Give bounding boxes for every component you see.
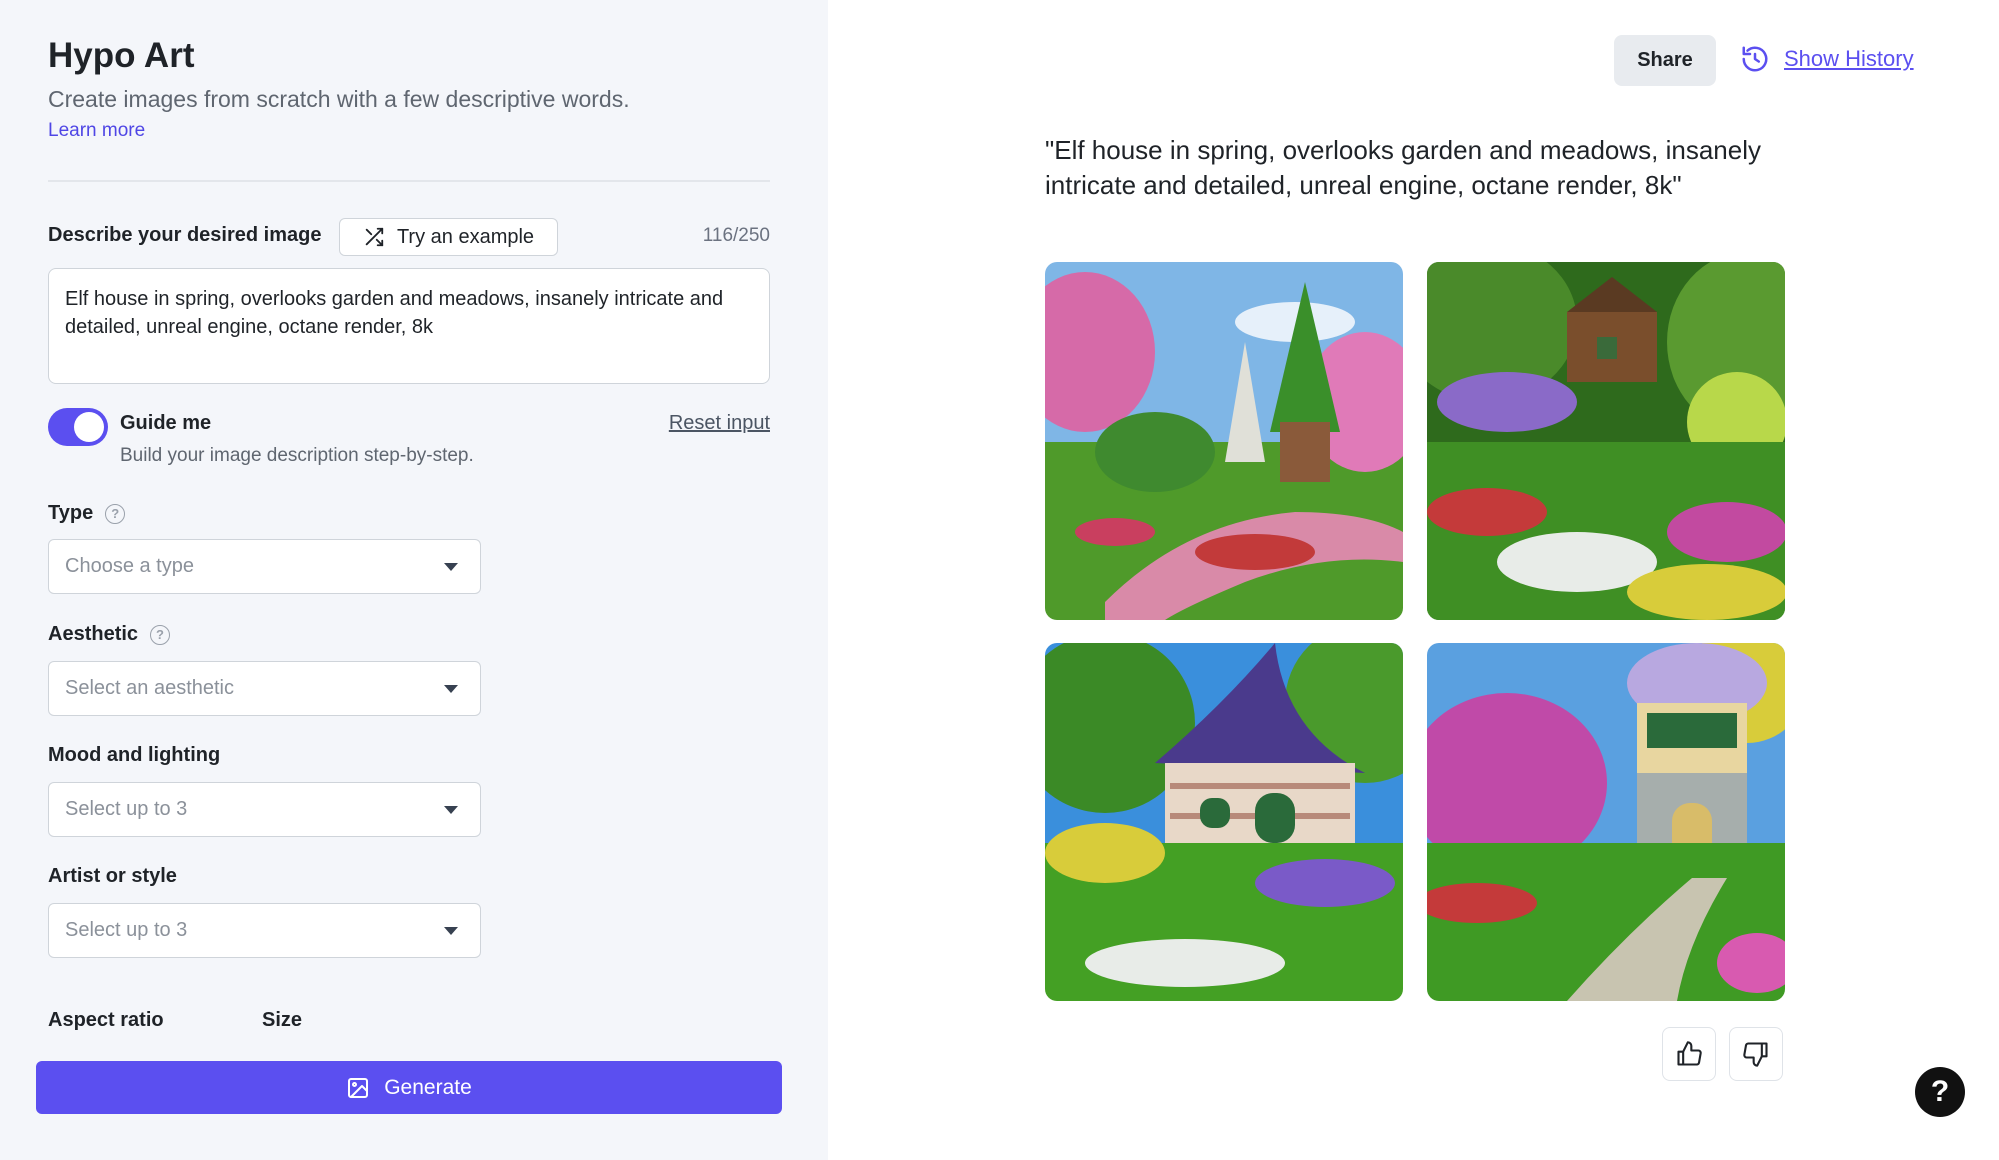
- chevron-down-icon: [444, 806, 458, 814]
- generated-image-2[interactable]: [1427, 262, 1785, 620]
- aesthetic-label-text: Aesthetic: [48, 623, 139, 645]
- type-label-text: Type: [48, 502, 94, 524]
- thumbs-down-button[interactable]: [1729, 1027, 1783, 1081]
- try-example-label: Try an example: [396, 225, 535, 248]
- artist-label-text: Artist or style: [48, 865, 177, 887]
- learn-more-link[interactable]: Learn more: [48, 120, 145, 142]
- aesthetic-select[interactable]: Select an aesthetic: [48, 661, 481, 716]
- chevron-down-icon: [444, 685, 458, 693]
- generated-image-1[interactable]: [1045, 262, 1403, 620]
- guide-me-subtitle: Build your image description step-by-ste…: [120, 445, 474, 466]
- show-history-label: Show History: [1784, 46, 1914, 71]
- mood-label-text: Mood and lighting: [48, 744, 221, 766]
- artist-select[interactable]: Select up to 3: [48, 903, 481, 958]
- character-counter: 116/250: [702, 225, 770, 246]
- mood-placeholder: Select up to 3: [65, 798, 188, 820]
- result-prompt: "Elf house in spring, overlooks garden a…: [1045, 135, 1761, 200]
- aspect-ratio-label: Aspect ratio: [48, 1009, 164, 1032]
- app-title: Hypo Art: [48, 36, 195, 75]
- generate-label: Generate: [384, 1075, 472, 1099]
- chevron-down-icon: [444, 927, 458, 935]
- size-label-text: Size: [262, 1009, 303, 1031]
- size-label: Size: [262, 1009, 302, 1032]
- guide-me-toggle[interactable]: [48, 408, 108, 446]
- type-select[interactable]: Choose a type: [48, 539, 481, 594]
- generate-button[interactable]: Generate: [36, 1061, 782, 1114]
- aesthetic-label: Aesthetic ?: [48, 623, 171, 646]
- aesthetic-placeholder: Select an aesthetic: [65, 677, 234, 699]
- thumbs-down-icon: [1743, 1042, 1768, 1067]
- generated-image-4[interactable]: [1427, 643, 1785, 1001]
- mood-select[interactable]: Select up to 3: [48, 782, 481, 837]
- try-example-button[interactable]: Try an example: [339, 218, 558, 256]
- shuffle-icon: [365, 227, 384, 247]
- help-circle-icon[interactable]: ?: [105, 503, 126, 524]
- help-button[interactable]: ?: [1915, 1067, 1965, 1117]
- type-label: Type ?: [48, 502, 126, 525]
- toggle-knob: [74, 412, 104, 442]
- description-input[interactable]: [48, 268, 770, 384]
- image-icon: [348, 1077, 369, 1098]
- help-circle-icon[interactable]: ?: [150, 624, 171, 645]
- describe-label: Describe your desired image: [48, 224, 322, 246]
- mood-label: Mood and lighting: [48, 744, 220, 767]
- history-icon: [1742, 46, 1768, 72]
- artist-label: Artist or style: [48, 865, 177, 888]
- generated-image-3[interactable]: [1045, 643, 1403, 1001]
- reset-input-link[interactable]: Reset input: [630, 412, 770, 435]
- show-history-link[interactable]: Show History: [1740, 44, 1914, 74]
- chevron-down-icon: [444, 563, 458, 571]
- app-subtitle: Create images from scratch with a few de…: [48, 86, 630, 112]
- left-panel: Hypo Art Create images from scratch with…: [0, 0, 828, 1160]
- aspect-ratio-label-text: Aspect ratio: [48, 1009, 164, 1031]
- thumbs-up-icon: [1677, 1041, 1702, 1066]
- share-button[interactable]: Share: [1614, 35, 1716, 86]
- guide-me-title: Guide me: [120, 412, 212, 434]
- artist-placeholder: Select up to 3: [65, 919, 188, 941]
- divider: [48, 180, 770, 182]
- type-placeholder: Choose a type: [65, 555, 194, 577]
- thumbs-up-button[interactable]: [1662, 1027, 1716, 1081]
